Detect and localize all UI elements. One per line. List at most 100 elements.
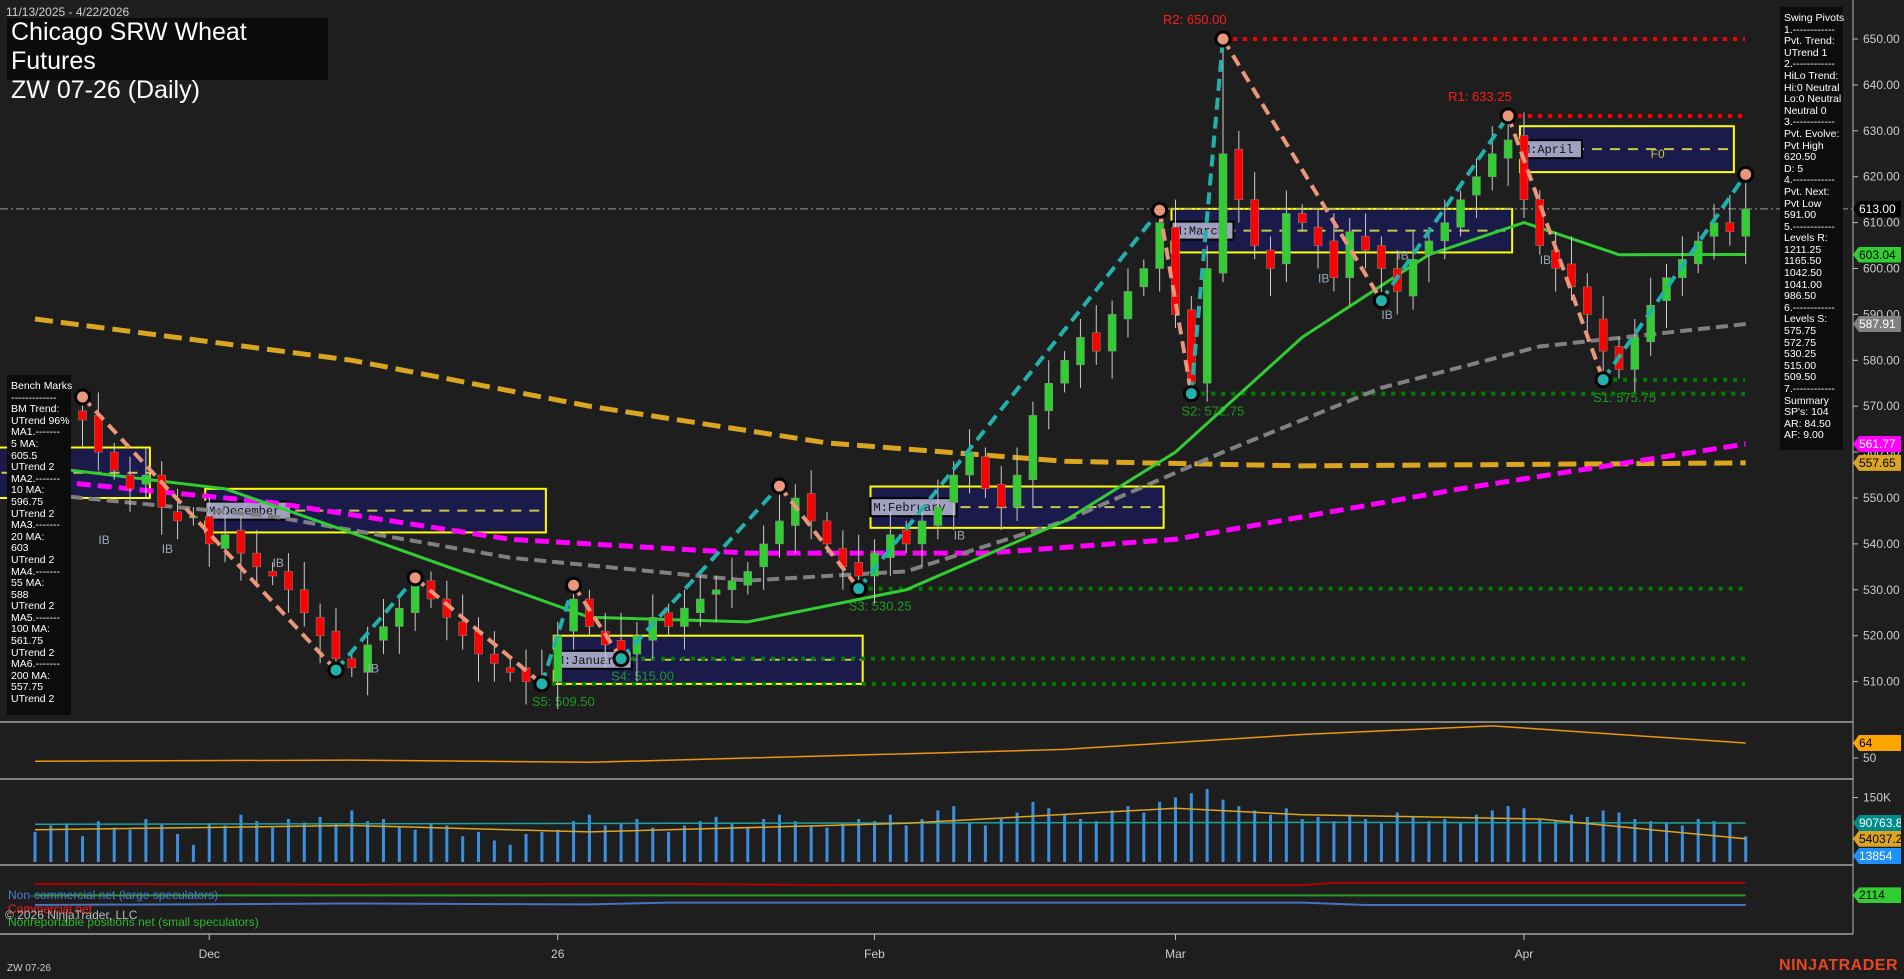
copyright: © 2026 NinjaTrader, LLC xyxy=(5,908,137,922)
cot-tag: 2114 xyxy=(1853,887,1901,903)
candle-body xyxy=(997,484,1005,507)
candle-body xyxy=(665,613,673,627)
candle-body xyxy=(79,411,87,420)
swing-pivot-marker xyxy=(535,677,549,691)
swing-pivots-panel: Swing Pivots1.------------Pvt. Trend:UTr… xyxy=(1780,7,1843,450)
volume-bar xyxy=(1697,819,1700,862)
candle-body xyxy=(506,668,514,673)
ib-label: IB xyxy=(273,556,284,570)
bench-line: UTrend 2 xyxy=(11,694,67,706)
candle xyxy=(966,429,974,493)
candle-body xyxy=(126,475,134,489)
ib-label: IB xyxy=(162,542,173,556)
zone-annotation: F0 xyxy=(1651,147,1665,161)
candle xyxy=(791,484,799,553)
candle-body xyxy=(379,627,387,641)
volume-bar xyxy=(1237,806,1240,862)
candle-body xyxy=(823,521,831,544)
candle xyxy=(253,530,261,585)
swing-line: 620.50 xyxy=(1784,152,1839,164)
swing-pivot-marker xyxy=(1739,167,1753,181)
volume-bar xyxy=(1396,813,1399,862)
volume-bar xyxy=(34,832,37,862)
ib-label: IB xyxy=(1318,271,1329,285)
price-tag: 613.00 xyxy=(1853,201,1901,217)
candle-body xyxy=(728,581,736,590)
bench-line: 55 MA: xyxy=(11,578,67,590)
volume-bar xyxy=(477,832,480,862)
volume-bar xyxy=(873,821,876,862)
volume-bar xyxy=(414,830,417,862)
y-tick-label: 510.00 xyxy=(1863,675,1900,689)
candle-body xyxy=(490,654,498,663)
candle-body xyxy=(1061,360,1069,383)
candle-body xyxy=(1235,149,1243,199)
x-tick-label: Apr xyxy=(1515,947,1534,961)
volume-bar xyxy=(1728,823,1731,862)
candle-body xyxy=(680,608,688,626)
volume-bar xyxy=(398,828,401,862)
volume-bar xyxy=(1633,819,1636,862)
candle-body xyxy=(1362,236,1370,250)
y-tick-label: 550.00 xyxy=(1863,491,1900,505)
candle-body xyxy=(253,553,261,567)
volume-bar xyxy=(1522,808,1525,862)
swing-line: Pvt. Evolve: xyxy=(1784,129,1839,141)
candle-body xyxy=(1124,291,1132,319)
volume-bar xyxy=(1412,817,1415,862)
x-tick-label: Mar xyxy=(1165,947,1186,961)
ib-label: IB xyxy=(1540,253,1551,267)
candle xyxy=(1552,232,1560,292)
volume-bar xyxy=(1158,802,1161,862)
volume-bar xyxy=(1665,823,1668,862)
candle-body xyxy=(1710,223,1718,237)
swing-pivot-marker xyxy=(852,582,866,596)
volume-bar xyxy=(430,823,433,862)
candle xyxy=(506,659,514,682)
x-tick-label: 26 xyxy=(551,947,565,961)
candle-body xyxy=(1457,200,1465,228)
candle-body xyxy=(1029,415,1037,479)
volume-bar xyxy=(445,825,448,862)
y-tick-label: 580.00 xyxy=(1863,353,1900,367)
candle-body xyxy=(1330,241,1338,278)
swing-pivot-marker xyxy=(1216,32,1230,46)
volume-bar xyxy=(635,819,638,862)
volume-bar xyxy=(1079,819,1082,862)
candle-body xyxy=(934,507,942,525)
price-chart[interactable]: 510.00520.00530.00540.00550.00560.00570.… xyxy=(0,0,1904,979)
candle-body xyxy=(1441,223,1449,241)
candle xyxy=(443,581,451,641)
candle xyxy=(300,562,308,626)
volume-bar xyxy=(730,823,733,862)
volume-bar xyxy=(1459,823,1462,862)
volume-bar xyxy=(1047,808,1050,862)
candle-body xyxy=(1251,200,1259,246)
candle xyxy=(379,599,387,654)
volume-bar xyxy=(556,830,559,862)
swing-pivot-marker xyxy=(772,479,786,493)
candle-body xyxy=(760,544,768,567)
volume-bar xyxy=(1126,806,1129,862)
swing-line: AF: 9.00 xyxy=(1784,430,1839,442)
y-tick-label: 610.00 xyxy=(1863,216,1900,230)
bench-line: 596.75 xyxy=(11,497,67,509)
candle-body xyxy=(570,599,578,631)
candle-body xyxy=(395,608,403,626)
candle xyxy=(807,470,815,539)
candle xyxy=(744,562,752,594)
volume-tick-label: 150K xyxy=(1863,791,1891,805)
candle xyxy=(696,571,704,626)
candle-body xyxy=(411,585,419,613)
volume-bar xyxy=(1142,813,1145,862)
volume-bar xyxy=(810,825,813,862)
swing-line: 7.------------ xyxy=(1784,384,1839,396)
candle-body xyxy=(1726,223,1734,232)
y-tick-label: 650.00 xyxy=(1863,32,1900,46)
osc-tick-label: 50 xyxy=(1863,751,1877,765)
bench-line: MA3.------- xyxy=(11,520,67,532)
candle-body xyxy=(1219,154,1227,273)
candle-body xyxy=(1599,319,1607,351)
bench-line: 5 MA: xyxy=(11,439,67,451)
volume-bar xyxy=(1744,836,1747,862)
